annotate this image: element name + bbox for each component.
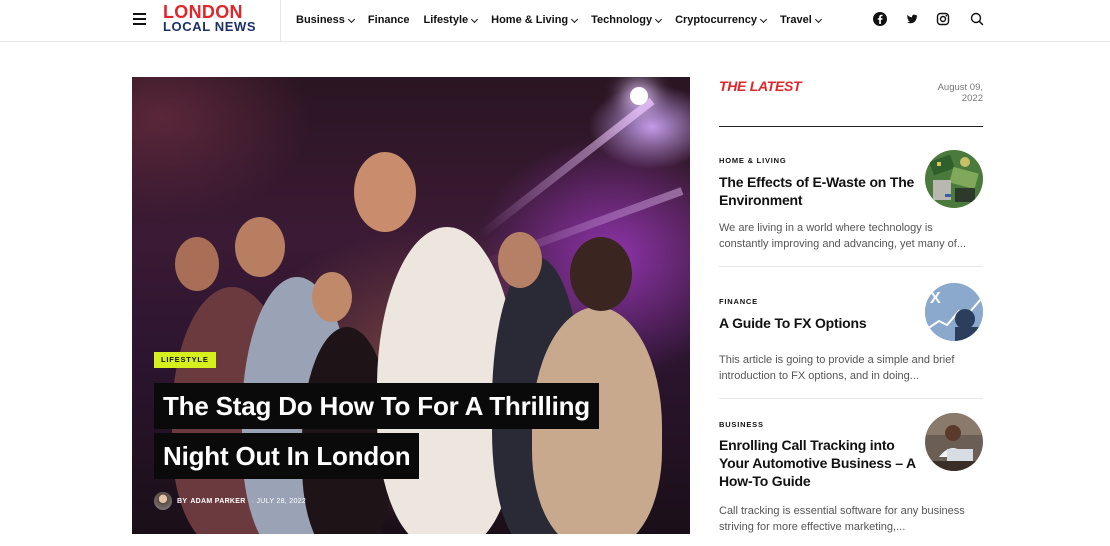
post-date-value: JULY 28, 2022	[256, 497, 307, 505]
post-category-link[interactable]: HOME & LIVING	[719, 150, 787, 168]
nav-label: Lifestyle	[423, 14, 469, 26]
stage-light-beam	[476, 97, 655, 240]
stage-light	[630, 87, 648, 105]
post-thumbnail-fx[interactable]: X	[925, 283, 983, 341]
header-divider	[280, 0, 281, 42]
post-title[interactable]: A Guide To FX Options	[719, 314, 919, 332]
post-category-link[interactable]: FINANCE	[719, 291, 758, 309]
post-category-text: FINANCE	[719, 297, 758, 306]
site-header: LONDON LOCAL NEWS Business Finance Lifes…	[0, 0, 1110, 42]
svg-text:X: X	[930, 290, 941, 307]
nav-label: Travel	[780, 14, 812, 26]
post-category-text: HOME & LIVING	[719, 156, 787, 165]
chevron-down-icon	[347, 15, 355, 23]
nav-item-finance[interactable]: Finance	[368, 12, 410, 28]
nav-label: Finance	[367, 14, 410, 26]
section-divider	[719, 126, 983, 127]
chevron-down-icon	[655, 15, 663, 23]
nav-item-home-living[interactable]: Home & Living	[491, 12, 579, 28]
crowd-head	[354, 152, 416, 232]
post-thumbnail-call-tracking[interactable]	[925, 413, 983, 471]
hero-title-line-1[interactable]: The Stag Do How To For A Thrilling	[154, 383, 599, 429]
crowd-head	[498, 232, 542, 288]
post-category: FINANCE	[719, 297, 758, 306]
latest-post: HOME & LIVING The Effects of E-Waste on …	[719, 150, 983, 260]
post-title[interactable]: Enrolling Call Tracking into Your Automo…	[719, 436, 919, 490]
nav-label: Home & Living	[491, 14, 569, 26]
latest-post: BUSINESS Enrolling Call Tracking into Yo…	[719, 413, 983, 538]
crowd-head	[570, 237, 632, 311]
hamburger-menu-icon[interactable]	[133, 13, 146, 25]
post-date: · JULY 28, 2022	[251, 497, 307, 505]
section-title-latest: THE LATEST	[719, 78, 802, 94]
meta-by-label: BY	[177, 497, 188, 505]
twitter-icon[interactable]	[904, 11, 920, 27]
site-logo[interactable]: LONDON LOCAL NEWS	[163, 3, 263, 37]
hero-title-line-2[interactable]: Night Out In London	[154, 433, 420, 479]
crowd-head	[312, 272, 352, 322]
post-category: BUSINESS	[719, 420, 764, 429]
post-category: HOME & LIVING	[719, 156, 787, 165]
post-category-text: BUSINESS	[719, 420, 764, 429]
nav-item-travel[interactable]: Travel	[780, 12, 822, 28]
facebook-icon[interactable]	[872, 11, 888, 27]
post-category-link[interactable]: BUSINESS	[719, 414, 764, 432]
crowd-head	[235, 217, 285, 277]
crowd-head	[175, 237, 219, 291]
search-icon[interactable]	[969, 11, 985, 27]
post-thumbnail-ewaste[interactable]	[925, 150, 983, 208]
chevron-down-icon	[814, 15, 822, 23]
post-excerpt: We are living in a world where technolog…	[719, 222, 967, 250]
chevron-down-icon	[759, 15, 768, 23]
author-avatar[interactable]	[154, 492, 172, 510]
hero-meta: BY ADAM PARKER · JULY 28, 2022	[154, 492, 306, 510]
post-excerpt: This article is going to provide a simpl…	[719, 354, 955, 382]
chevron-down-icon	[471, 15, 479, 23]
latest-post: FINANCE A Guide To FX Options This artic…	[719, 283, 983, 393]
nav-label: Cryptocurrency	[675, 14, 757, 26]
hero-category-badge[interactable]: LIFESTYLE	[154, 352, 216, 368]
row-divider	[719, 398, 983, 399]
nav-item-business[interactable]: Business	[296, 12, 355, 28]
row-divider	[719, 266, 983, 267]
latest-date: August 09, 2022	[937, 82, 983, 104]
nav-item-technology[interactable]: Technology	[591, 12, 663, 28]
author-link[interactable]: ADAM PARKER	[190, 498, 245, 505]
logo-line-local-news: LOCAL NEWS	[163, 19, 257, 34]
nav-item-cryptocurrency[interactable]: Cryptocurrency	[675, 12, 768, 28]
main-nav: Business Finance Lifestyle Home & Living…	[296, 12, 835, 28]
nav-item-lifestyle[interactable]: Lifestyle	[423, 12, 479, 28]
instagram-icon[interactable]	[935, 11, 951, 27]
post-title[interactable]: The Effects of E-Waste on The Environmen…	[719, 173, 919, 209]
post-excerpt: Call tracking is essential software for …	[719, 505, 965, 533]
nav-label: Business	[296, 14, 345, 26]
nav-label: Technology	[591, 14, 653, 26]
chevron-down-icon	[571, 15, 579, 23]
